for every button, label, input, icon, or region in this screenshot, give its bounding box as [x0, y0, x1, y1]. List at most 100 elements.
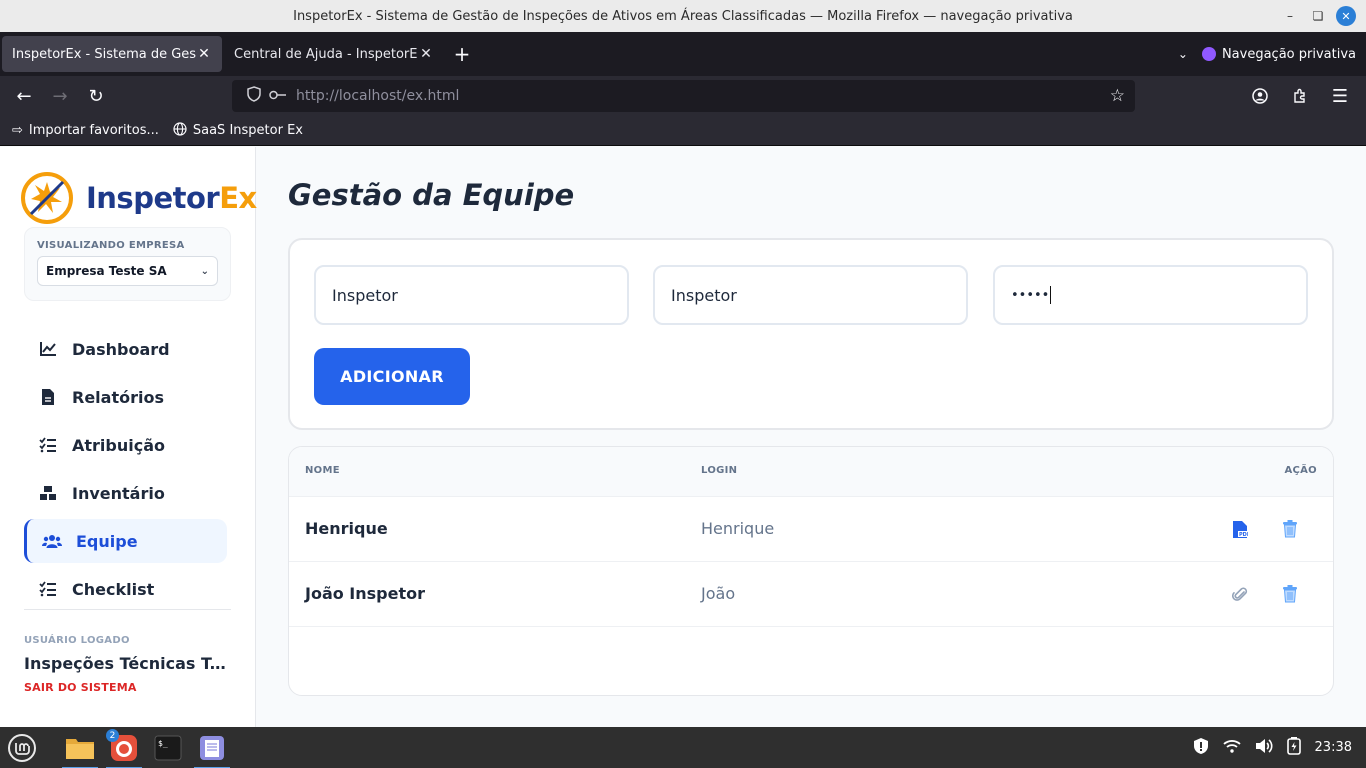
users-icon [42, 531, 62, 551]
battery-icon[interactable] [1286, 736, 1301, 759]
chart-line-icon [38, 339, 58, 359]
globe-icon [173, 121, 187, 140]
team-table: NOME LOGIN AÇÃO Henrique Henrique PDF Jo… [288, 446, 1334, 696]
shield-icon[interactable] [242, 86, 266, 106]
column-header-name: NOME [305, 465, 340, 476]
password-input-value: ••••• [1011, 287, 1050, 303]
brand-part2: Ex [219, 181, 257, 215]
close-tab-icon[interactable]: ✕ [196, 46, 212, 62]
column-header-login: LOGIN [701, 465, 738, 476]
sidebar-item-label: Atribuição [72, 435, 166, 455]
reload-icon[interactable]: ↻ [78, 80, 114, 112]
brand-logo[interactable]: InspetorEx [20, 171, 257, 225]
minimize-icon[interactable]: – [1280, 6, 1300, 26]
address-bar[interactable]: http://localhost/ex.html ☆ [232, 80, 1135, 112]
back-icon[interactable]: ← [6, 80, 42, 112]
file-icon [38, 387, 58, 407]
private-label: Navegação privativa [1221, 46, 1356, 62]
login-input[interactable]: Inspetor [653, 265, 968, 325]
add-button[interactable]: ADICIONAR [314, 348, 470, 405]
bookmark-import[interactable]: ⇨ Importar favoritos... [12, 123, 159, 138]
firefox-icon[interactable]: 2 [106, 729, 142, 768]
window-title: InspetorEx - Sistema de Gestão de Inspeç… [293, 8, 1073, 24]
svg-text:$_: $_ [158, 739, 168, 748]
boxes-icon [38, 483, 58, 503]
logged-user-label: USUÁRIO LOGADO [24, 635, 130, 646]
sidebar-item-label: Equipe [76, 531, 138, 551]
new-tab-icon[interactable]: + [444, 36, 480, 72]
sidebar-item-label: Checklist [72, 579, 155, 599]
close-tab-icon[interactable]: ✕ [418, 46, 434, 62]
system-tray: 23:38 [1193, 727, 1352, 768]
sidebar-item-inventario[interactable]: Inventário [24, 471, 227, 515]
notification-badge: 2 [106, 729, 119, 742]
sidebar-menu: Dashboard Relatórios Atribuição Inventár… [24, 327, 227, 615]
password-input[interactable]: ••••• [993, 265, 1308, 325]
bookmark-label: SaaS Inspetor Ex [192, 123, 303, 138]
text-caret [1050, 286, 1052, 304]
name-input-value: Inspetor [332, 285, 398, 305]
forward-icon[interactable]: → [42, 80, 78, 112]
browser-tab-active[interactable]: InspetorEx - Sistema de Gestão d ✕ [2, 36, 222, 72]
chevron-down-icon: ⌄ [200, 265, 209, 277]
bookmark-label: Importar favoritos... [28, 123, 159, 138]
sidebar-item-label: Inventário [72, 483, 165, 503]
login-input-value: Inspetor [671, 285, 737, 305]
terminal-icon[interactable]: $_ [150, 731, 186, 765]
list-check-icon [38, 579, 58, 599]
linux-mint-menu-icon[interactable] [4, 731, 40, 765]
sidebar-item-label: Dashboard [72, 339, 170, 359]
file-manager-icon[interactable] [62, 731, 98, 768]
hamburger-menu-icon[interactable]: ☰ [1322, 80, 1358, 112]
bookmark-saas[interactable]: SaaS Inspetor Ex [173, 121, 303, 140]
tab-list-chevron-icon[interactable]: ⌄ [1178, 47, 1188, 61]
company-selector-box: VISUALIZANDO EMPRESA Empresa Teste SA ⌄ [24, 227, 231, 301]
table-header: NOME LOGIN AÇÃO [289, 447, 1333, 497]
column-header-action: AÇÃO [1284, 465, 1317, 476]
table-row: Henrique Henrique PDF [289, 497, 1333, 562]
volume-icon[interactable] [1255, 738, 1273, 758]
key-icon[interactable] [266, 89, 290, 104]
extensions-icon[interactable] [1282, 80, 1318, 112]
company-selected-value: Empresa Teste SA [46, 264, 167, 278]
account-icon[interactable] [1242, 80, 1278, 112]
company-select[interactable]: Empresa Teste SA ⌄ [37, 256, 218, 286]
text-editor-icon[interactable] [194, 731, 230, 768]
sidebar-item-checklist[interactable]: Checklist [24, 567, 227, 611]
paperclip-icon[interactable] [1229, 583, 1251, 605]
private-browsing-indicator: Navegação privativa [1201, 46, 1356, 62]
sidebar-item-label: Relatórios [72, 387, 164, 407]
app-sidebar: InspetorEx VISUALIZANDO EMPRESA Empresa … [0, 147, 257, 727]
bookmark-star-icon[interactable]: ☆ [1110, 86, 1125, 106]
logout-link[interactable]: SAIR DO SISTEMA [24, 681, 234, 694]
clock[interactable]: 23:38 [1315, 740, 1352, 755]
shield-update-icon[interactable] [1193, 737, 1209, 759]
window-titlebar: InspetorEx - Sistema de Gestão de Inspeç… [0, 0, 1366, 32]
sidebar-divider [24, 609, 231, 610]
sidebar-item-relatorios[interactable]: Relatórios [24, 375, 227, 419]
wifi-icon[interactable] [1222, 739, 1241, 757]
member-name: Henrique [305, 519, 388, 538]
close-window-icon[interactable]: ✕ [1336, 6, 1356, 26]
brand-name: InspetorEx [86, 181, 257, 215]
bookmarks-toolbar: ⇨ Importar favoritos... SaaS Inspetor Ex [0, 116, 1366, 146]
trash-icon[interactable] [1279, 518, 1301, 540]
tab-label: InspetorEx - Sistema de Gestão d [12, 46, 196, 62]
logged-user-block: USUÁRIO LOGADO Inspeções Técnicas Tercei… [24, 635, 234, 694]
name-input[interactable]: Inspetor [314, 265, 629, 325]
member-login: Henrique [701, 519, 775, 538]
trash-icon[interactable] [1279, 583, 1301, 605]
svg-text:PDF: PDF [1239, 532, 1248, 538]
explosion-warning-icon [21, 172, 73, 224]
sidebar-item-atribuicao[interactable]: Atribuição [24, 423, 227, 467]
page-title: Gestão da Equipe [288, 178, 575, 212]
browser-tab[interactable]: Central de Ajuda - InspetorEx ✕ [224, 36, 444, 72]
logged-user-name: Inspeções Técnicas Terceirizadas [24, 654, 234, 673]
url-text: http://localhost/ex.html [296, 88, 460, 104]
restore-icon[interactable]: ❏ [1308, 6, 1328, 26]
sidebar-item-equipe[interactable]: Equipe [24, 519, 227, 563]
brand-part1: Inspetor [86, 181, 220, 215]
sidebar-item-dashboard[interactable]: Dashboard [24, 327, 227, 371]
member-name: João Inspetor [305, 584, 426, 603]
pdf-file-icon[interactable]: PDF [1229, 518, 1251, 540]
